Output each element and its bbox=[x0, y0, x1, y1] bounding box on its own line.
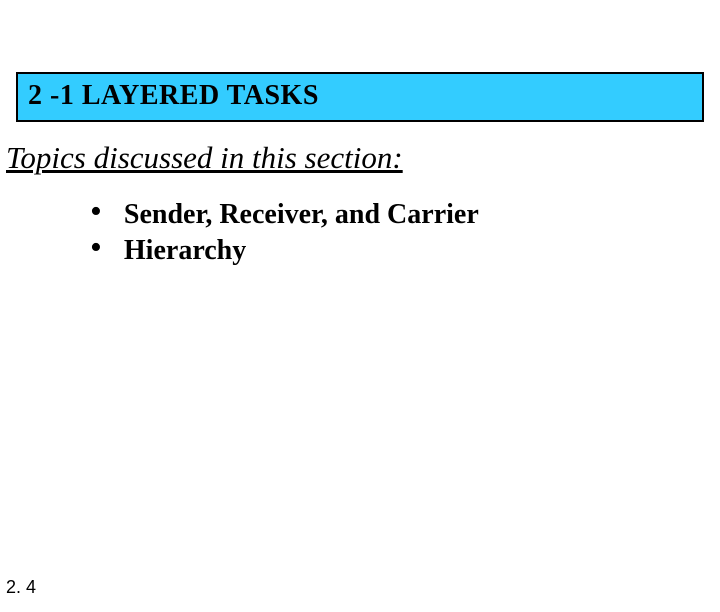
list-item: • Sender, Receiver, and Carrier bbox=[90, 198, 720, 232]
list-item: • Hierarchy bbox=[90, 234, 720, 268]
bullet-list: • Sender, Receiver, and Carrier • Hierar… bbox=[90, 198, 720, 268]
section-heading: Topics discussed in this section: bbox=[6, 140, 720, 176]
title-bar: 2 -1 LAYERED TASKS bbox=[16, 72, 704, 122]
slide-title: 2 -1 LAYERED TASKS bbox=[28, 80, 319, 111]
bullet-text: Hierarchy bbox=[124, 234, 246, 268]
bullet-text: Sender, Receiver, and Carrier bbox=[124, 198, 479, 232]
bullet-icon: • bbox=[90, 198, 102, 226]
page-number: 2. 4 bbox=[6, 577, 36, 598]
slide: 2 -1 LAYERED TASKS Topics discussed in t… bbox=[0, 72, 720, 612]
bullet-icon: • bbox=[90, 234, 102, 262]
